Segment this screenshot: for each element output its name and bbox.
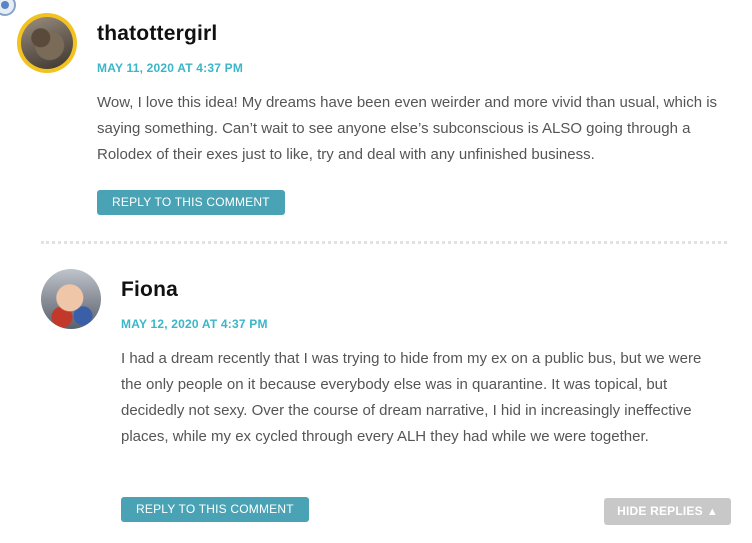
comment-date[interactable]: MAY 11, 2020 AT 4:37 PM [97,61,243,75]
comment-author[interactable]: Fiona [121,278,178,302]
reply-button[interactable]: REPLY TO THIS COMMENT [121,497,309,522]
comment-date[interactable]: MAY 12, 2020 AT 4:37 PM [121,317,268,331]
comment-divider [41,241,727,244]
comment-body: I had a dream recently that I was trying… [121,350,702,445]
hide-replies-label: HIDE REPLIES [617,504,703,518]
comment-body: Wow, I love this idea! My dreams have be… [97,94,718,163]
hide-replies-button[interactable]: HIDE REPLIES ▲ [604,498,731,525]
triangle-up-icon: ▲ [706,506,718,518]
avatar[interactable] [41,269,101,329]
browser-extension-icon[interactable] [0,0,16,16]
avatar[interactable] [17,13,77,73]
avatar-image [21,17,73,69]
reply-button[interactable]: REPLY TO THIS COMMENT [97,190,285,215]
comment-author[interactable]: thatottergirl [97,22,217,46]
